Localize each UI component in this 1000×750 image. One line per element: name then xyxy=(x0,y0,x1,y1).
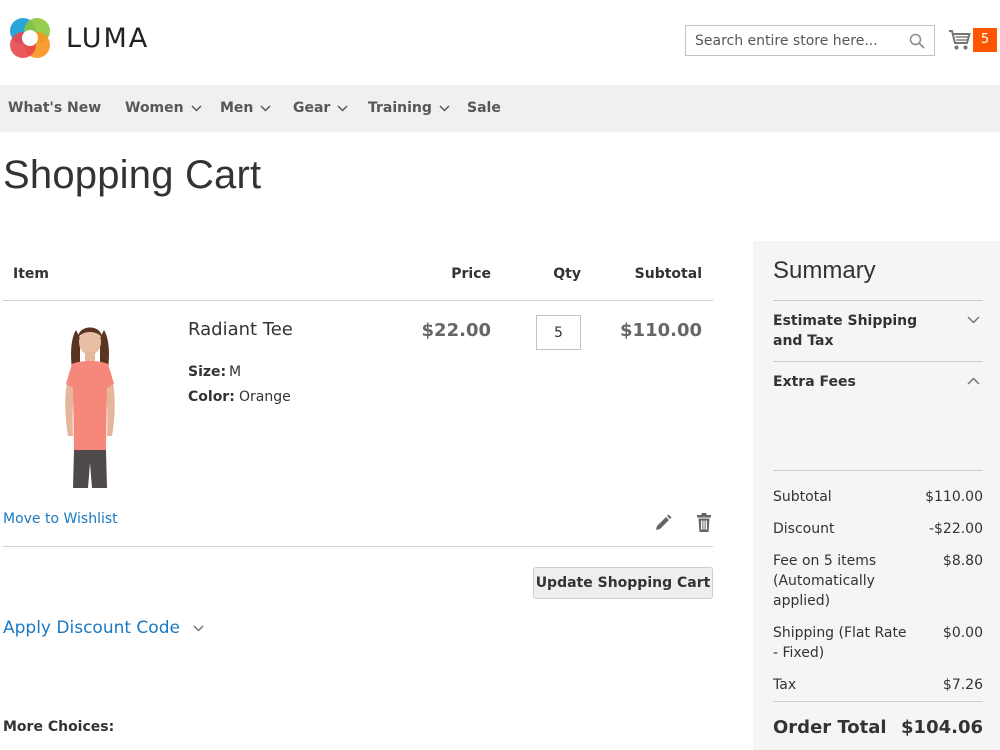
apply-discount-label: Apply Discount Code xyxy=(3,618,180,638)
chevron-down-icon xyxy=(260,104,271,112)
summary-subtotal-label: Subtotal xyxy=(773,489,832,505)
nav-item-label: Sale xyxy=(467,100,501,116)
update-cart-button[interactable]: Update Shopping Cart xyxy=(533,567,713,599)
column-header-subtotal: Subtotal xyxy=(634,266,702,282)
item-price: $22.00 xyxy=(421,320,491,341)
summary-tax-label: Tax xyxy=(773,677,797,693)
search-box xyxy=(685,25,935,56)
nav-item-gear[interactable]: Gear xyxy=(293,100,348,116)
order-total-label: Order Total xyxy=(773,717,887,738)
search-icon[interactable] xyxy=(909,33,925,49)
search-input[interactable] xyxy=(686,26,896,55)
nav-item-label: Training xyxy=(368,100,432,116)
summary-shipping-label: Shipping (Flat Rate - Fixed) xyxy=(773,625,907,661)
option-value-size: M xyxy=(229,364,242,380)
product-name-link[interactable]: Radiant Tee xyxy=(188,319,293,340)
summary-divider xyxy=(773,470,983,471)
extra-fees-toggle[interactable]: Extra Fees xyxy=(773,372,856,392)
column-header-item: Item xyxy=(13,266,49,282)
main-navigation: What's New Women Men Gear Training Sale xyxy=(0,85,1000,132)
table-header-divider xyxy=(3,300,713,301)
cart-count-badge: 5 xyxy=(973,28,997,52)
summary-title: Summary xyxy=(773,257,876,284)
apply-discount-toggle[interactable]: Apply Discount Code xyxy=(3,618,204,638)
summary-tax-value: $7.26 xyxy=(942,677,983,693)
pencil-icon[interactable] xyxy=(654,514,672,532)
page-header: LUMA 5 xyxy=(0,0,1000,85)
more-choices-heading: More Choices: xyxy=(3,719,115,735)
summary-discount-label: Discount xyxy=(773,521,835,537)
summary-subtotal-value: $110.00 xyxy=(925,489,983,505)
summary-fee-label: Fee on 5 items (Automatically applied) xyxy=(773,553,877,609)
chevron-down-icon xyxy=(193,624,204,632)
option-label-color: Color: xyxy=(188,389,235,405)
store-logo[interactable]: LUMA xyxy=(8,16,149,60)
summary-divider xyxy=(773,701,983,702)
cart-summary: Summary Estimate Shipping and Tax Extra … xyxy=(753,241,1000,750)
luma-logo-icon xyxy=(10,18,50,58)
chevron-down-icon[interactable] xyxy=(967,316,980,324)
chevron-down-icon xyxy=(439,104,450,112)
cart-item-divider xyxy=(3,546,713,547)
summary-divider xyxy=(773,361,983,362)
nav-item-label: Gear xyxy=(293,100,331,116)
option-label-size: Size: xyxy=(188,364,227,380)
order-total-value: $104.06 xyxy=(901,717,983,738)
nav-item-training[interactable]: Training xyxy=(368,100,450,116)
column-header-price: Price xyxy=(451,266,491,282)
quantity-input[interactable] xyxy=(536,315,581,350)
chevron-up-icon[interactable] xyxy=(967,377,980,385)
nav-item-label: What's New xyxy=(8,100,102,116)
item-subtotal: $110.00 xyxy=(620,320,702,341)
summary-divider xyxy=(773,300,983,301)
move-to-wishlist-link[interactable]: Move to Wishlist xyxy=(3,511,118,527)
page-title: Shopping Cart xyxy=(3,153,262,197)
summary-fee-value: $8.80 xyxy=(942,553,983,569)
summary-discount-value: -$22.00 xyxy=(928,521,983,537)
shopping-cart-icon xyxy=(949,30,971,50)
chevron-down-icon xyxy=(337,104,348,112)
nav-item-label: Women xyxy=(125,100,184,116)
nav-item-sale[interactable]: Sale xyxy=(467,100,501,116)
estimate-shipping-toggle[interactable]: Estimate Shipping and Tax xyxy=(773,311,943,351)
nav-item-whats-new[interactable]: What's New xyxy=(8,100,101,116)
column-header-qty: Qty xyxy=(553,266,581,282)
chevron-down-icon xyxy=(191,104,202,112)
option-value-color: Orange xyxy=(239,389,291,405)
minicart-button[interactable]: 5 xyxy=(948,28,997,52)
nav-item-women[interactable]: Women xyxy=(125,100,202,116)
logo-text: LUMA xyxy=(66,22,150,54)
product-image[interactable] xyxy=(40,318,140,488)
trash-icon[interactable] xyxy=(696,513,712,532)
nav-item-label: Men xyxy=(220,100,254,116)
nav-item-men[interactable]: Men xyxy=(220,100,271,116)
summary-shipping-value: $0.00 xyxy=(942,625,983,641)
